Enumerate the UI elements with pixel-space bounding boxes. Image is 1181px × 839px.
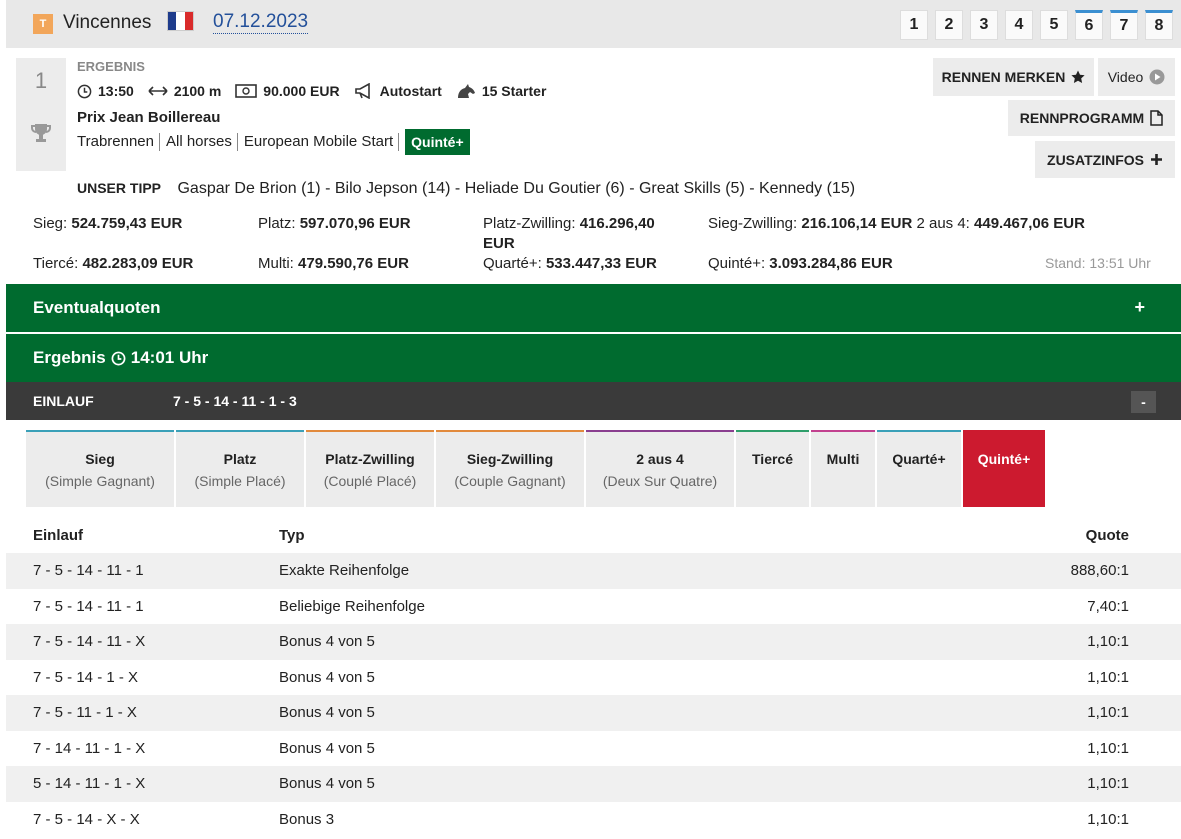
tag-start: European Mobile Start xyxy=(244,133,400,151)
payout-quarte: Quarté+: 533.447,33 EUR xyxy=(483,255,657,272)
tab-sieg[interactable]: Sieg (Simple Gagnant) xyxy=(26,430,174,507)
top-bar: T Vincennes 07.12.2023 1 2 3 4 5 6 7 8 xyxy=(6,0,1181,48)
star-icon xyxy=(1071,70,1085,83)
money-icon xyxy=(235,84,258,98)
table-row: 7 - 5 - 14 - 1 - X Bonus 4 von 5 1,10:1 xyxy=(33,668,1129,686)
race-distance: 2100 m xyxy=(173,83,222,99)
clock-icon xyxy=(111,351,126,365)
einlauf-value: 7 - 5 - 14 - 11 - 1 - 3 xyxy=(173,393,297,409)
race-status-label: ERGEBNIS xyxy=(77,59,145,74)
document-icon xyxy=(1150,110,1163,126)
table-header: Einlauf Typ Quote xyxy=(6,518,1181,553)
eventualquoten-bar[interactable]: Eventualquoten + xyxy=(6,284,1181,332)
tab-quarte[interactable]: Quarté+ xyxy=(877,430,961,507)
tab-multi[interactable]: Multi xyxy=(811,430,875,507)
race-nav-1[interactable]: 1 xyxy=(900,10,928,40)
ergebnis-title: Ergebnis xyxy=(33,348,106,367)
zusatzinfos-button[interactable]: ZUSATZINFOS xyxy=(1035,141,1175,178)
einlauf-bar: EINLAUF 7 - 5 - 14 - 11 - 1 - 3 - xyxy=(6,382,1181,420)
race-nav-2[interactable]: 2 xyxy=(935,10,963,40)
race-title: Prix Jean Boillereau xyxy=(77,109,221,126)
tip-text: Gaspar De Brion (1) - Bilo Jepson (14) -… xyxy=(177,180,856,197)
table-row: 7 - 5 - 14 - X - X Bonus 3 1,10:1 xyxy=(33,810,1129,828)
video-label: Video xyxy=(1107,69,1144,85)
video-button[interactable]: Video xyxy=(1098,58,1175,96)
play-circle-icon xyxy=(1149,69,1165,85)
race-nav-3[interactable]: 3 xyxy=(970,10,998,40)
bet-type-tabs: Sieg (Simple Gagnant) Platz (Simple Placé)… xyxy=(26,430,1045,507)
distance-arrows-icon xyxy=(148,86,168,96)
rennen-merken-button[interactable]: RENNEN MERKEN xyxy=(933,58,1094,96)
race-prize: 90.000 EUR xyxy=(263,83,340,99)
table-row: 5 - 14 - 11 - 1 - X Bonus 4 von 5 1,10:1 xyxy=(6,766,1181,802)
header-typ: Typ xyxy=(279,527,305,544)
tag-horses: All horses xyxy=(166,133,238,151)
track-name: Vincennes xyxy=(63,12,152,33)
payout-platz-zwilling-unit: EUR xyxy=(483,235,515,252)
ergebnis-bar: Ergebnis 14:01 Uhr xyxy=(6,334,1181,382)
trophy-icon xyxy=(31,124,51,142)
horse-icon xyxy=(457,84,475,98)
race-meta: 13:50 2100 m 90.000 EUR Autostart 15 Sta… xyxy=(77,83,560,99)
race-tags: Trabrennen All horses European Mobile St… xyxy=(77,129,470,155)
rennprogramm-button[interactable]: RENNPROGRAMM xyxy=(1008,100,1175,136)
race-nav-8[interactable]: 8 xyxy=(1145,10,1173,40)
payout-platz-zwilling: Platz-Zwilling: 416.296,40 xyxy=(483,215,655,232)
payout-sieg-zwilling: Sieg-Zwilling: 216.106,14 EUR 2 aus 4: 4… xyxy=(708,215,1085,232)
rennprogramm-label: RENNPROGRAMM xyxy=(1019,110,1145,126)
plus-icon xyxy=(1150,154,1162,165)
race-time: 13:50 xyxy=(98,83,134,99)
race-number: 1 xyxy=(34,68,48,93)
race-nav-6[interactable]: 6 xyxy=(1075,10,1103,40)
collapse-toggle[interactable]: - xyxy=(1131,391,1156,413)
table-row: 7 - 5 - 14 - 11 - 1 Beliebige Reihenfolge… xyxy=(33,597,1129,615)
tip-label: UNSER TIPP xyxy=(77,180,162,196)
table-row: 7 - 5 - 11 - 1 - X Bonus 4 von 5 1,10:1 xyxy=(6,695,1181,731)
header-einlauf: Einlauf xyxy=(33,527,84,544)
header-quote: Quote xyxy=(1085,527,1129,544)
einlauf-label: EINLAUF xyxy=(33,393,94,409)
stand-timestamp: Stand: 13:51 Uhr xyxy=(1045,255,1151,271)
race-date-link[interactable]: 07.12.2023 xyxy=(213,11,309,34)
table-row: 7 - 5 - 14 - 11 - 1 Exakte Reihenfolge 888… xyxy=(6,553,1181,589)
tab-sieg-zwilling[interactable]: Sieg-Zwilling (Couple Gagnant) xyxy=(436,430,584,507)
clock-icon xyxy=(77,84,92,98)
tag-race-type: Trabrennen xyxy=(77,133,160,151)
payout-quinte: Quinté+: 3.093.284,86 EUR xyxy=(708,255,893,272)
zusatzinfos-label: ZUSATZINFOS xyxy=(1047,151,1144,168)
race-number-nav: 1 2 3 4 5 6 7 8 xyxy=(900,10,1173,40)
race-nav-4[interactable]: 4 xyxy=(1005,10,1033,40)
race-start-type: Autostart xyxy=(379,83,442,99)
tab-platz-zwilling[interactable]: Platz-Zwilling (Couplé Placé) xyxy=(306,430,434,507)
table-row: 7 - 5 - 14 - 11 - X Bonus 4 von 5 1,10:1 xyxy=(6,624,1181,660)
payout-multi: Multi: 479.590,76 EUR xyxy=(258,255,409,272)
track-type-badge: T xyxy=(33,14,53,34)
race-starters: 15 Starter xyxy=(481,83,547,99)
payout-sieg: Sieg: 524.759,43 EUR xyxy=(33,215,183,232)
megaphone-icon xyxy=(354,83,370,99)
france-flag-icon xyxy=(168,12,193,30)
payout-tierce: Tiercé: 482.283,09 EUR xyxy=(33,255,194,272)
quote-table: Einlauf Typ Quote 7 - 5 - 14 - 11 - 1 Exa… xyxy=(6,518,1181,837)
eventualquoten-title: Eventualquoten xyxy=(33,298,161,317)
ergebnis-time: 14:01 Uhr xyxy=(130,348,209,367)
our-tip: UNSER TIPP Gaspar De Brion (1) - Bilo Je… xyxy=(77,180,855,198)
payout-platz: Platz: 597.070,96 EUR xyxy=(258,215,411,232)
race-nav-5[interactable]: 5 xyxy=(1040,10,1068,40)
rennen-merken-label: RENNEN MERKEN xyxy=(941,69,1066,85)
expand-toggle[interactable]: + xyxy=(1134,297,1145,318)
tab-platz[interactable]: Platz (Simple Placé) xyxy=(176,430,304,507)
quinte-badge: Quinté+ xyxy=(405,129,470,155)
race-number-box: 1 xyxy=(16,58,66,171)
race-nav-7[interactable]: 7 xyxy=(1110,10,1138,40)
table-row: 7 - 14 - 11 - 1 - X Bonus 4 von 5 1,10:1 xyxy=(33,739,1129,757)
tab-2-aus-4[interactable]: 2 aus 4 (Deux Sur Quatre) xyxy=(586,430,734,507)
tab-tierce[interactable]: Tiercé xyxy=(736,430,809,507)
tab-quinte[interactable]: Quinté+ xyxy=(963,430,1045,507)
